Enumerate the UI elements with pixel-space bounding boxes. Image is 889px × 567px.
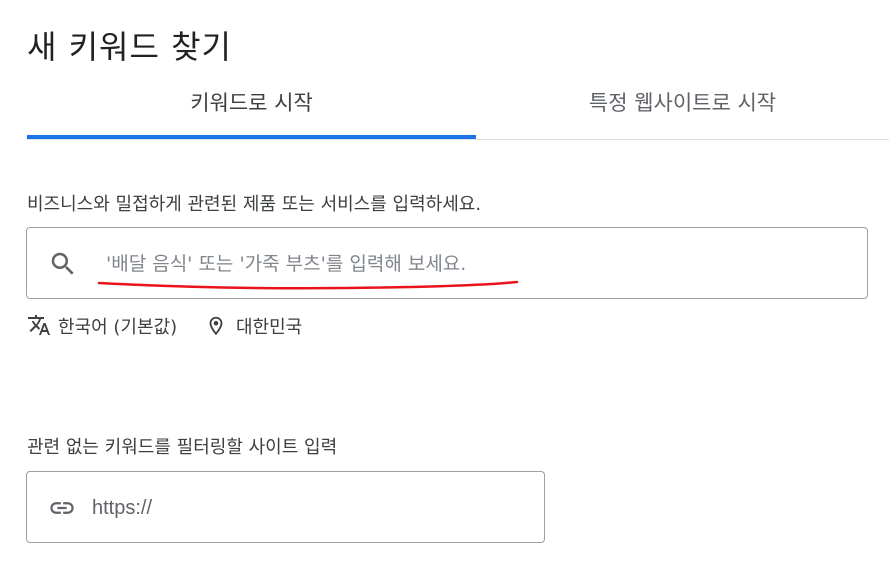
site-filter-label: 관련 없는 키워드를 필터링할 사이트 입력 [27, 437, 338, 458]
tab-start-with-website[interactable]: 특정 웹사이트로 시작 [476, 78, 889, 138]
keyword-prompt-label: 비즈니스와 밀접하게 관련된 제품 또는 서비스를 입력하세요. [27, 194, 482, 215]
page-title: 새 키워드 찾기 [27, 28, 232, 66]
red-underline-annotation [97, 280, 519, 290]
location-label[interactable]: 대한민국 [236, 313, 302, 339]
tab-bar: 키워드로 시작 특정 웹사이트로 시작 [27, 78, 889, 140]
tab-start-with-keywords[interactable]: 키워드로 시작 [27, 78, 476, 138]
site-filter-field[interactable] [26, 471, 545, 543]
site-url-input[interactable] [90, 490, 524, 526]
link-icon [50, 502, 74, 514]
language-label[interactable]: 한국어 (기본값) [58, 313, 177, 339]
location-pin-icon[interactable] [205, 314, 227, 338]
search-icon [51, 252, 74, 275]
tabs-divider [27, 139, 889, 140]
translate-icon[interactable] [27, 313, 51, 337]
